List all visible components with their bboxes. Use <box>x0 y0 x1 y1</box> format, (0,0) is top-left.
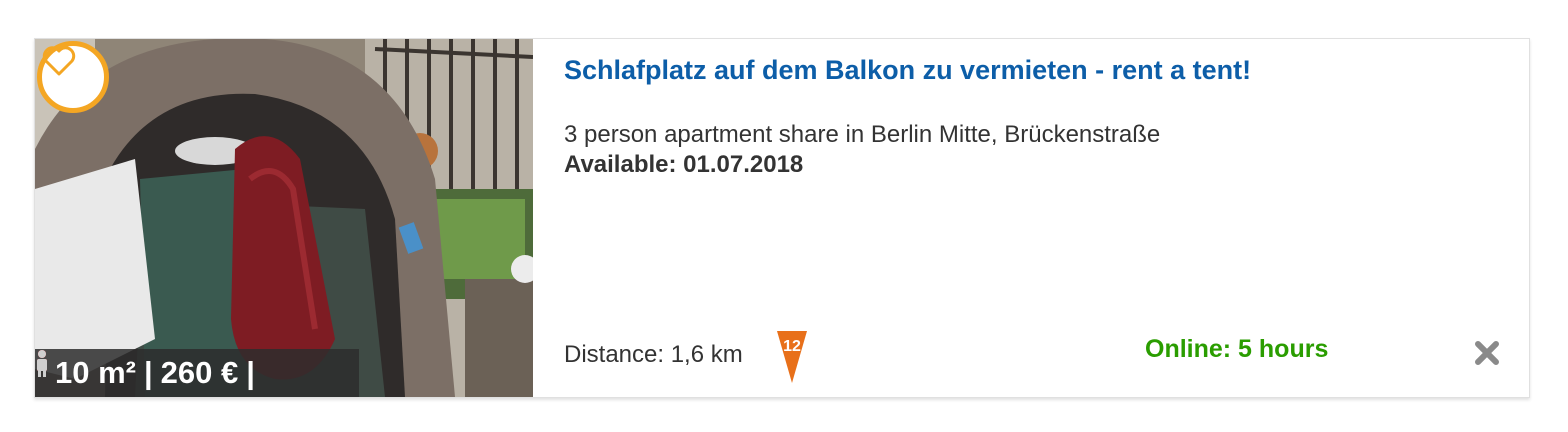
listing-photo[interactable]: 10 m² | 260 € | <box>35 39 533 397</box>
tent-photo-illustration <box>35 39 533 397</box>
stats-separator: | <box>246 355 255 390</box>
listing-card[interactable]: 10 m² | 260 € | Schlafplatz auf dem Balk… <box>34 38 1530 398</box>
availability-date: Available: 01.07.2018 <box>564 151 804 178</box>
online-status: Online: 5 hours <box>1145 335 1329 363</box>
person-icon-vacant <box>37 350 47 377</box>
listing-info: Schlafplatz auf dem Balkon zu vermieten … <box>563 39 1529 397</box>
tram-line-number: 12 <box>783 338 801 355</box>
tram-line-icon: 12 <box>777 331 807 383</box>
favorite-button[interactable] <box>37 41 109 113</box>
rent-price: 260 € <box>160 355 239 390</box>
listing-title-link[interactable]: Schlafplatz auf dem Balkon zu vermieten … <box>564 55 1251 86</box>
room-size: 10 m² <box>55 355 136 390</box>
listing-description: 3 person apartment share in Berlin Mitte… <box>564 121 1161 148</box>
distance-label: Distance: 1,6 km <box>564 341 743 368</box>
listing-stats-bar: 10 m² | 260 € | <box>35 349 359 397</box>
close-icon[interactable] <box>1473 339 1501 367</box>
heart-icon <box>42 46 76 76</box>
stats-separator: | <box>143 355 153 390</box>
